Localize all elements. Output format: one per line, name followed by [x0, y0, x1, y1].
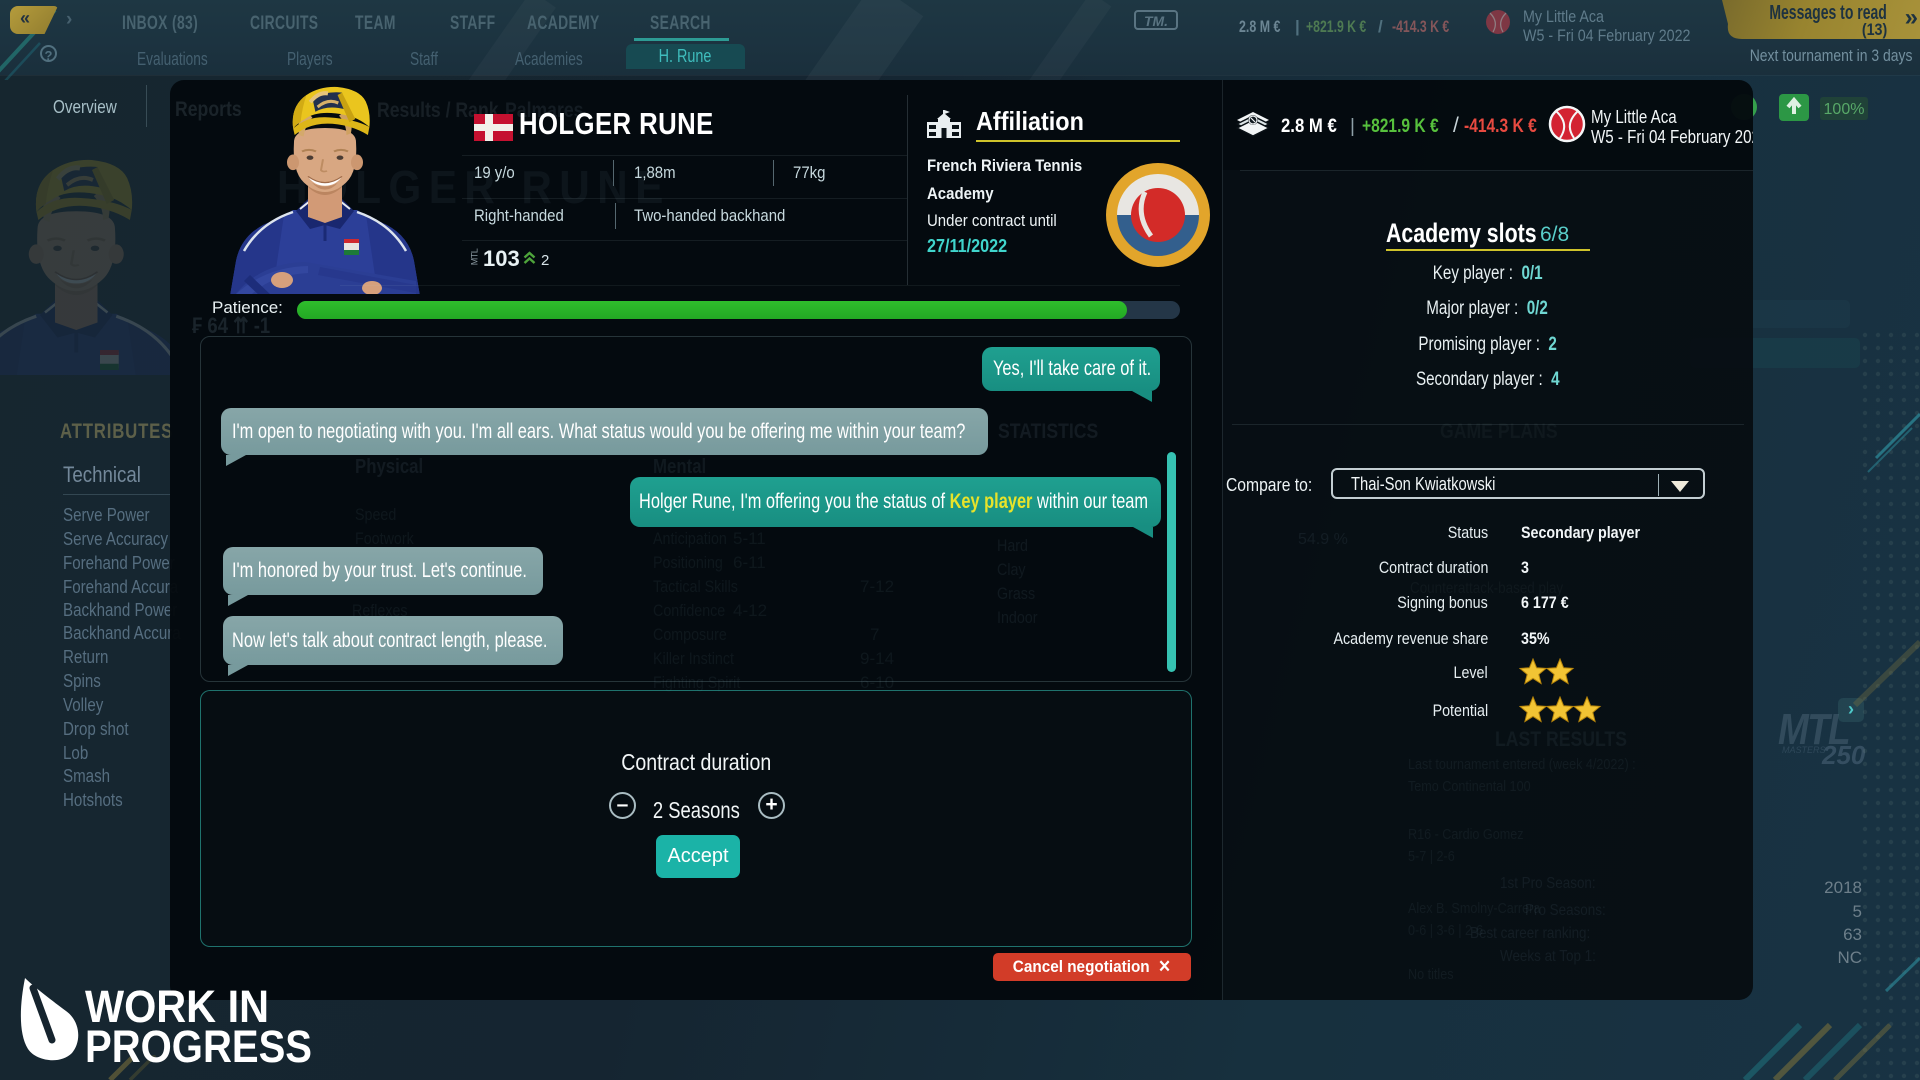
svg-text:100%: 100%	[1824, 101, 1865, 118]
